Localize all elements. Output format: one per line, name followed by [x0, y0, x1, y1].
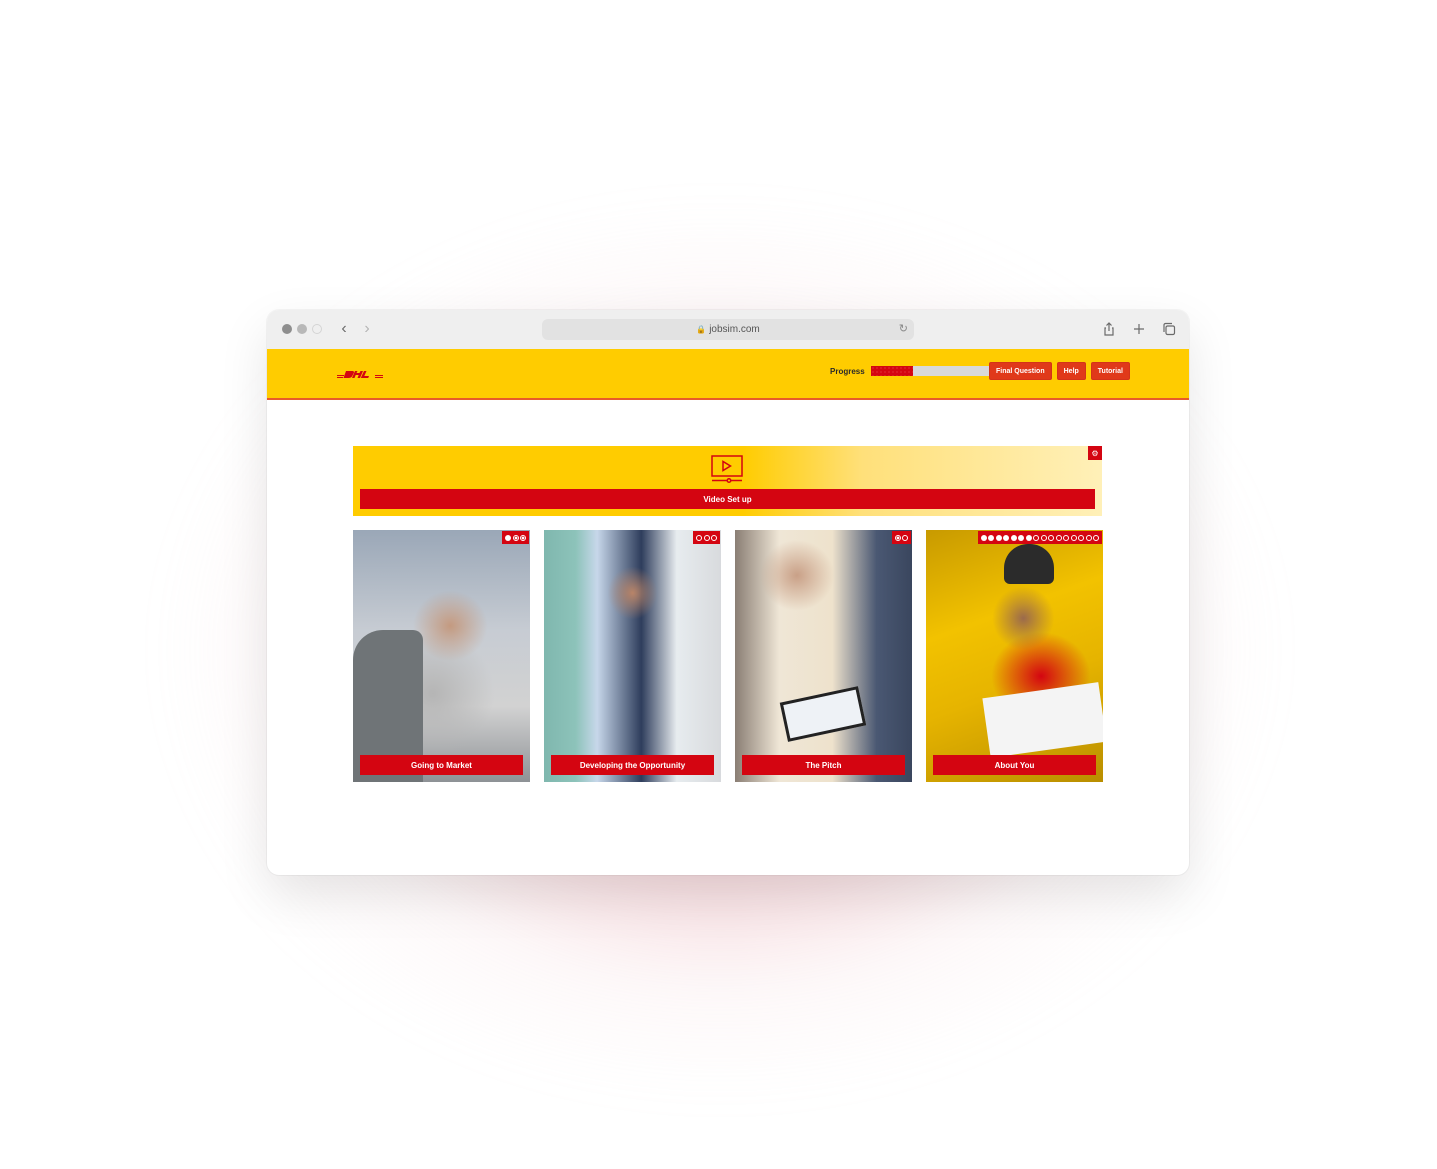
close-window-button[interactable]	[282, 324, 292, 334]
share-icon[interactable]	[1101, 320, 1117, 338]
address-bar[interactable]: 🔒 jobsim.com ↻	[542, 319, 914, 340]
browser-toolbar: ‹ › 🔒 jobsim.com ↻	[267, 310, 1189, 349]
video-setup-label: Video Set up	[360, 489, 1095, 509]
card-photo	[926, 530, 1103, 782]
step-dot-done	[995, 534, 1002, 541]
step-progress-dots	[891, 531, 911, 544]
progress-bar	[870, 366, 989, 376]
chevron-left-icon[interactable]: ‹	[335, 320, 353, 338]
tabs-overview-icon[interactable]	[1161, 320, 1177, 338]
minimize-window-button[interactable]	[297, 324, 307, 334]
final-question-button[interactable]: Final Question	[989, 362, 1052, 380]
card-title: The Pitch	[742, 755, 905, 775]
step-dot-done	[988, 534, 994, 541]
module-card-developing-the-opportunity[interactable]: Developing the Opportunity	[544, 530, 721, 782]
settings-icon[interactable]: ⚙	[1088, 446, 1102, 460]
step-dot-todo	[1048, 534, 1054, 541]
dhl-logo[interactable]	[337, 369, 383, 381]
card-title: About You	[933, 755, 1096, 775]
step-dot-todo	[1040, 534, 1047, 541]
video-play-icon	[711, 455, 743, 484]
card-photo	[353, 530, 530, 782]
module-card-going-to-market[interactable]: Going to Market	[353, 530, 530, 782]
step-progress-dots	[977, 531, 1102, 544]
card-title: Going to Market	[360, 755, 523, 775]
step-dot-todo	[1085, 534, 1092, 541]
lock-icon: 🔒	[696, 325, 707, 334]
plus-icon[interactable]	[1131, 320, 1147, 338]
step-dot-todo	[1055, 534, 1062, 541]
step-dot-todo	[703, 534, 710, 541]
module-cards: Going to Market Developing the Opportuni…	[353, 530, 1103, 782]
step-dot-todo	[711, 534, 717, 541]
tutorial-button[interactable]: Tutorial	[1090, 362, 1130, 380]
step-dot-active	[894, 534, 901, 541]
module-card-the-pitch[interactable]: The Pitch	[735, 530, 912, 782]
step-dot-todo	[1078, 534, 1084, 541]
progress-label: Progress	[830, 366, 865, 376]
progress-indicator: Progress	[830, 366, 989, 376]
help-button[interactable]: Help	[1056, 362, 1086, 380]
browser-window: ‹ › 🔒 jobsim.com ↻ Progress Final Questi…	[267, 310, 1189, 875]
step-dot-done	[1025, 534, 1032, 541]
reload-icon[interactable]: ↻	[899, 322, 908, 335]
progress-bar-fill	[870, 366, 914, 376]
step-dot-active	[512, 534, 519, 541]
step-dot-todo	[1093, 534, 1099, 541]
card-photo	[544, 530, 721, 782]
step-dot-done	[1003, 534, 1009, 541]
main-content: Video Set up ⚙ Going to Market Developin…	[267, 400, 1189, 875]
step-dot-done	[505, 534, 511, 541]
step-dot-todo	[902, 534, 908, 541]
chevron-right-icon[interactable]: ›	[358, 320, 376, 338]
window-controls	[282, 324, 322, 334]
card-photo	[735, 530, 912, 782]
step-dot-todo	[1033, 534, 1039, 541]
step-dot-todo	[696, 534, 702, 541]
maximize-window-button[interactable]	[312, 324, 322, 334]
step-dot-done	[1010, 534, 1017, 541]
video-setup-card[interactable]: Video Set up ⚙	[353, 446, 1102, 516]
module-card-about-you[interactable]: About You	[926, 530, 1103, 782]
step-dot-done	[980, 534, 987, 541]
url-text: jobsim.com	[709, 324, 760, 335]
step-progress-dots	[502, 531, 529, 544]
step-dot-todo	[1070, 534, 1077, 541]
step-dot-done	[1018, 534, 1024, 541]
step-dot-active	[520, 534, 526, 541]
step-progress-dots	[693, 531, 720, 544]
step-dot-todo	[1063, 534, 1069, 541]
site-header: Progress Final Question Help Tutorial	[267, 349, 1189, 400]
card-title: Developing the Opportunity	[551, 755, 714, 775]
